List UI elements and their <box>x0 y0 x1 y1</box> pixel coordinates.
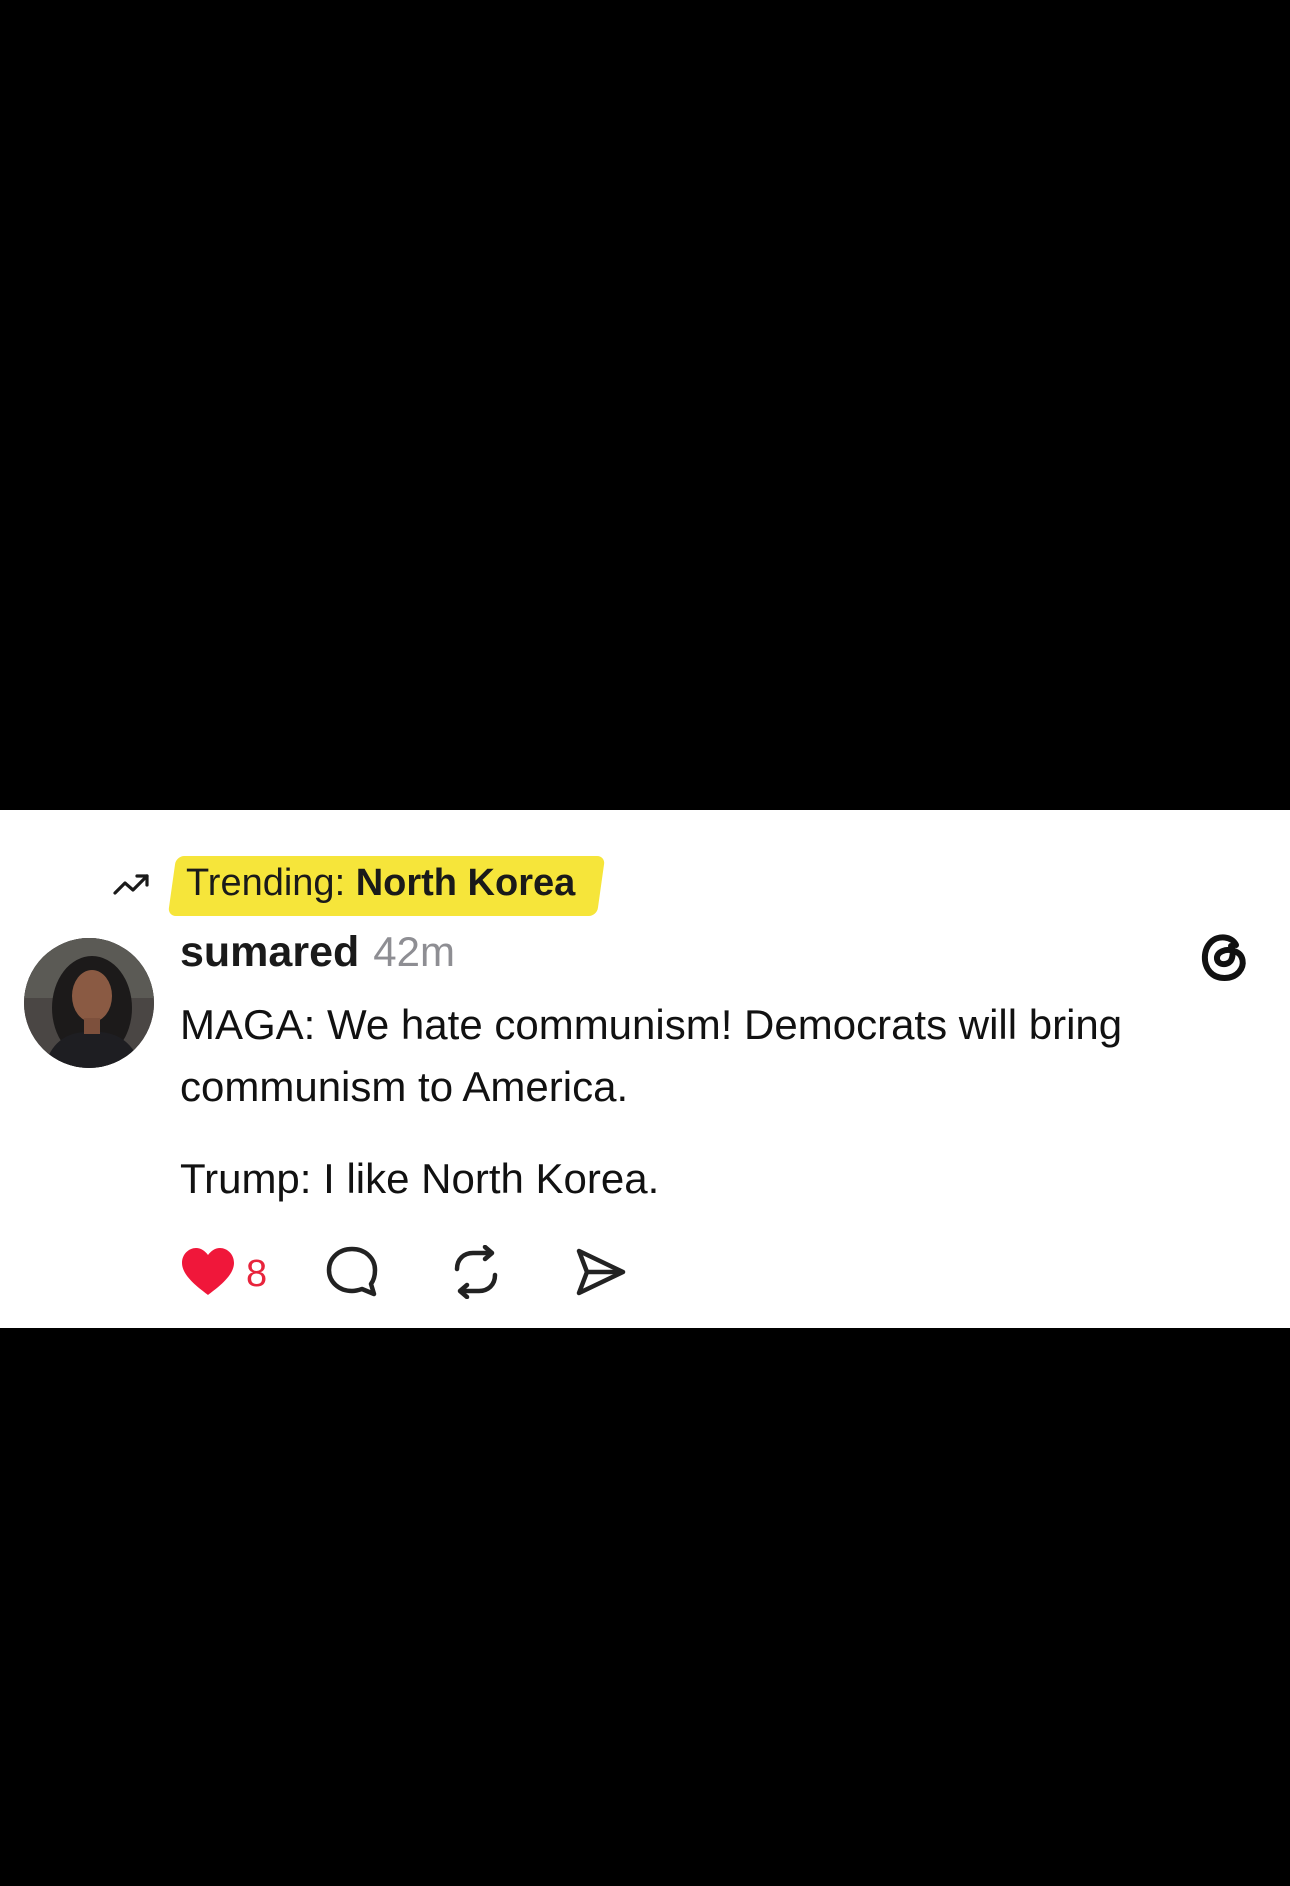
trending-badge[interactable]: Trending: North Korea <box>172 856 589 912</box>
like-button[interactable]: 8 <box>180 1247 267 1302</box>
threads-logo-icon[interactable] <box>1198 928 1254 988</box>
post-body: MAGA: We hate communism! Democrats will … <box>180 994 1240 1210</box>
top-black-area <box>0 0 1290 810</box>
repost-icon <box>449 1244 503 1304</box>
threads-post-card[interactable]: Trending: North Korea sumared 42m MAGA: … <box>0 810 1290 1328</box>
avatar[interactable] <box>24 938 154 1068</box>
trending-label: Trending: <box>186 862 346 904</box>
like-count: 8 <box>246 1252 268 1295</box>
post-paragraph: MAGA: We hate communism! Democrats will … <box>180 1001 1123 1110</box>
post-actions: 8 <box>180 1244 627 1304</box>
trending-row[interactable]: Trending: North Korea <box>110 856 589 912</box>
post-timestamp: 42m <box>373 928 455 975</box>
post-paragraph: Trump: I like North Korea. <box>180 1155 660 1202</box>
trending-up-icon <box>110 866 154 902</box>
comment-button[interactable] <box>325 1245 379 1304</box>
share-button[interactable] <box>573 1247 627 1302</box>
bottom-black-area <box>0 1328 1290 1886</box>
heart-icon <box>180 1247 236 1302</box>
username[interactable]: sumared <box>180 928 359 977</box>
comment-icon <box>325 1245 379 1304</box>
repost-button[interactable] <box>449 1244 503 1304</box>
share-icon <box>573 1247 627 1302</box>
post-header: sumared 42m <box>180 928 455 988</box>
trending-topic[interactable]: North Korea <box>356 862 576 904</box>
